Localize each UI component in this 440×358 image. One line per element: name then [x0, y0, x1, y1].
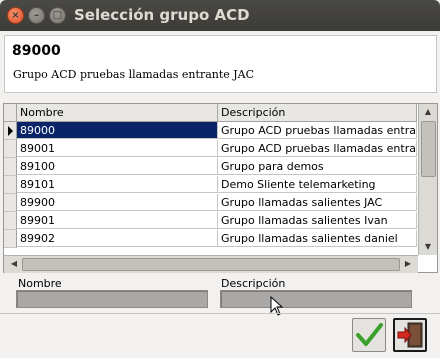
cell-descripcion[interactable]: Grupo para demos	[218, 158, 417, 175]
close-window-button[interactable]: ×	[7, 7, 24, 24]
row-indicator[interactable]	[4, 122, 17, 140]
checkmark-icon	[356, 323, 383, 346]
cell-descripcion[interactable]: Grupo llamadas salientes Ivan	[218, 212, 417, 229]
cell-descripcion[interactable]: Demo Sliente telemarketing	[218, 176, 417, 193]
bottom-separator	[0, 313, 440, 314]
exit-button[interactable]	[393, 318, 427, 352]
cell-descripcion[interactable]: Grupo llamadas salientes JAC	[218, 194, 417, 211]
row-indicator[interactable]	[4, 194, 17, 212]
current-row-arrow-icon	[8, 126, 13, 136]
cell-nombre[interactable]: 89901	[17, 212, 218, 229]
exit-door-icon	[397, 322, 423, 348]
filter-nombre-label: Nombre	[18, 277, 62, 290]
selected-group-code: 89000	[12, 43, 61, 59]
table-row[interactable]: 89900 Grupo llamadas salientes JAC	[4, 194, 417, 212]
cell-nombre[interactable]: 89902	[17, 230, 218, 247]
row-indicator[interactable]	[4, 158, 17, 176]
title-bar: × – □ Selección grupo ACD	[0, 0, 440, 31]
cell-nombre[interactable]: 89101	[17, 176, 218, 193]
filter-nombre-input[interactable]	[16, 290, 208, 308]
scroll-up-icon[interactable]: ▲	[419, 104, 437, 120]
cell-nombre[interactable]: 89001	[17, 140, 218, 157]
vertical-scroll-thumb[interactable]	[421, 121, 436, 177]
horizontal-scroll-thumb[interactable]	[22, 258, 400, 271]
scroll-left-icon[interactable]: ◀	[6, 256, 22, 272]
close-icon: ×	[11, 10, 20, 21]
table-header: Nombre Descripción	[4, 104, 417, 122]
cell-descripcion[interactable]: Grupo llamadas salientes daniel	[218, 230, 417, 247]
table-row[interactable]: 89101 Demo Sliente telemarketing	[4, 176, 417, 194]
cell-nombre[interactable]: 89100	[17, 158, 218, 175]
table-row[interactable]: 89901 Grupo llamadas salientes Ivan	[4, 212, 417, 230]
table-row[interactable]: 89100 Grupo para demos	[4, 158, 417, 176]
selected-group-panel: 89000 Grupo ACD pruebas llamadas entrant…	[4, 35, 437, 93]
cell-nombre[interactable]: 89000	[17, 122, 218, 139]
cell-nombre[interactable]: 89900	[17, 194, 218, 211]
table-row[interactable]: 89902 Grupo llamadas salientes daniel	[4, 230, 417, 248]
filter-descripcion-label: Descripción	[221, 277, 286, 290]
cell-descripcion[interactable]: Grupo ACD pruebas llamadas entrant	[218, 122, 417, 139]
row-indicator[interactable]	[4, 212, 17, 230]
scroll-down-icon[interactable]: ▼	[419, 239, 437, 255]
cell-descripcion[interactable]: Grupo ACD pruebas llamadas entrant	[218, 140, 417, 157]
scroll-right-icon[interactable]: ▶	[400, 256, 416, 272]
maximize-icon: □	[52, 10, 63, 21]
window-title: Selección grupo ACD	[74, 6, 250, 24]
vertical-scrollbar[interactable]: ▲ ▼	[418, 104, 437, 255]
selected-group-description: Grupo ACD pruebas llamadas entrante JAC	[13, 68, 255, 81]
groups-table[interactable]: Nombre Descripción 89000 Grupo ACD prueba…	[3, 103, 438, 273]
accept-button[interactable]	[352, 318, 386, 352]
horizontal-scrollbar[interactable]: ◀ ▶	[4, 255, 418, 273]
table-row[interactable]: 89000 Grupo ACD pruebas llamadas entrant	[4, 122, 417, 140]
table-row[interactable]: 89001 Grupo ACD pruebas llamadas entrant	[4, 140, 417, 158]
minimize-icon: –	[34, 10, 39, 21]
maximize-window-button[interactable]: □	[49, 7, 66, 24]
row-indicator[interactable]	[4, 176, 17, 194]
filter-descripcion-input[interactable]	[220, 290, 412, 308]
row-indicator[interactable]	[4, 140, 17, 158]
row-indicator[interactable]	[4, 230, 17, 248]
column-header-descripcion[interactable]: Descripción	[218, 104, 417, 121]
row-indicator-header	[4, 104, 17, 121]
minimize-window-button[interactable]: –	[28, 7, 45, 24]
column-header-nombre[interactable]: Nombre	[17, 104, 218, 121]
